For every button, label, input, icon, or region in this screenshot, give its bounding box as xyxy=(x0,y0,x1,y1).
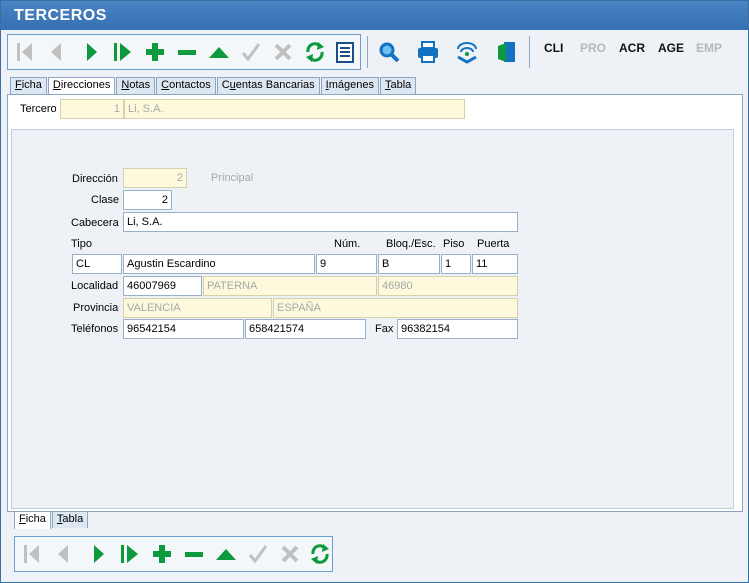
main-toolbar: CLI PRO ACR AGE EMP xyxy=(7,32,743,72)
telefono2-field[interactable]: 658421574 xyxy=(245,319,366,339)
cancel-icon[interactable] xyxy=(275,537,305,571)
bottom-tab-strip: Ficha Tabla xyxy=(14,511,89,529)
exit-door-icon[interactable] xyxy=(492,35,522,69)
provincia-label: Provincia xyxy=(73,302,119,314)
next-record-icon[interactable] xyxy=(76,35,106,69)
telefonos-label: Teléfonos xyxy=(71,323,119,335)
puerta-label: Puerta xyxy=(477,238,510,250)
tab-tabla[interactable]: Tabla xyxy=(380,77,417,94)
calle-field[interactable]: Agustin Escardino xyxy=(123,254,315,274)
provincia-field: VALENCIA xyxy=(123,298,272,318)
delete-icon[interactable] xyxy=(179,537,209,571)
refresh-icon[interactable] xyxy=(305,537,335,571)
pais-field: ESPAÑA xyxy=(273,298,518,318)
first-record-icon[interactable] xyxy=(17,537,47,571)
tab-cuentas-bancarias[interactable]: Cuentas Bancarias xyxy=(216,77,320,94)
next-record-icon[interactable] xyxy=(83,537,113,571)
piso-field[interactable]: 1 xyxy=(441,254,471,274)
puerta-field[interactable]: 11 xyxy=(472,254,518,274)
tipo-via-field[interactable]: CL xyxy=(72,254,122,274)
principal-label: Principal xyxy=(211,172,254,184)
delete-icon[interactable] xyxy=(172,35,202,69)
nav-button-group xyxy=(7,34,361,70)
edit-icon[interactable] xyxy=(204,35,234,69)
toolbar-separator xyxy=(367,36,368,68)
cli-button[interactable]: CLI xyxy=(544,41,563,55)
fax-label: Fax xyxy=(375,323,394,335)
address-form-area xyxy=(11,129,734,509)
age-button[interactable]: AGE xyxy=(658,41,684,55)
num-label: Núm. xyxy=(334,238,361,250)
localidad-label: Localidad xyxy=(71,280,119,292)
last-record-icon[interactable] xyxy=(108,35,138,69)
last-record-icon[interactable] xyxy=(115,537,145,571)
piso-label: Piso xyxy=(443,238,465,250)
localidad-code-field[interactable]: 46007969 xyxy=(123,276,202,296)
direccion-field: 2 xyxy=(123,168,187,188)
cabecera-label: Cabecera xyxy=(71,217,119,229)
tercero-id-field: 1 xyxy=(60,99,124,119)
first-record-icon[interactable] xyxy=(10,35,40,69)
clase-field[interactable]: 2 xyxy=(123,190,172,210)
terceros-window: TERCEROS CLI PRO ACR AGE EMP Ficha Direc… xyxy=(0,0,749,583)
tab-imagenes[interactable]: Imágenes xyxy=(320,77,379,94)
direccion-label: Dirección xyxy=(72,173,118,185)
bottom-nav-button-group xyxy=(14,536,333,572)
print-icon[interactable] xyxy=(413,35,443,69)
previous-record-icon[interactable] xyxy=(49,537,79,571)
fax-field[interactable]: 96382154 xyxy=(397,319,518,339)
tercero-label: Tercero xyxy=(20,103,57,115)
broadcast-icon[interactable] xyxy=(452,35,482,69)
edit-icon[interactable] xyxy=(211,537,241,571)
bloq-esc-label: Bloq./Esc. xyxy=(386,238,436,250)
cabecera-field[interactable]: Li, S.A. xyxy=(123,212,518,232)
window-title: TERCEROS xyxy=(1,1,748,30)
list-view-icon[interactable] xyxy=(330,35,360,69)
tab-contactos[interactable]: Contactos xyxy=(156,77,216,94)
tab-bottom-ficha[interactable]: Ficha xyxy=(14,511,51,529)
numero-field[interactable]: 9 xyxy=(316,254,377,274)
refresh-icon[interactable] xyxy=(300,35,330,69)
telefono1-field[interactable]: 96542154 xyxy=(123,319,244,339)
emp-button[interactable]: EMP xyxy=(696,41,722,55)
tipo-label: Tipo xyxy=(71,238,92,250)
add-icon[interactable] xyxy=(140,35,170,69)
pro-button[interactable]: PRO xyxy=(580,41,606,55)
confirm-icon[interactable] xyxy=(243,537,273,571)
acr-button[interactable]: ACR xyxy=(619,41,645,55)
search-icon[interactable] xyxy=(374,35,404,69)
clase-label: Clase xyxy=(91,194,120,206)
tab-bottom-tabla[interactable]: Tabla xyxy=(51,511,89,528)
tercero-name-field: Li, S.A. xyxy=(124,99,465,119)
cancel-icon[interactable] xyxy=(268,35,298,69)
tab-direcciones[interactable]: Direcciones xyxy=(47,77,116,95)
toolbar-separator xyxy=(529,36,530,68)
add-icon[interactable] xyxy=(147,537,177,571)
tab-ficha[interactable]: Ficha xyxy=(10,77,47,94)
confirm-icon[interactable] xyxy=(236,35,266,69)
previous-record-icon[interactable] xyxy=(42,35,72,69)
tab-notas[interactable]: Notas xyxy=(116,77,156,94)
top-tab-strip: Ficha Direcciones Notas Contactos Cuenta… xyxy=(10,77,417,95)
bloque-escalera-field[interactable]: B xyxy=(378,254,440,274)
codigo-postal-field: 46980 xyxy=(378,276,518,296)
localidad-name-field: PATERNA xyxy=(203,276,377,296)
